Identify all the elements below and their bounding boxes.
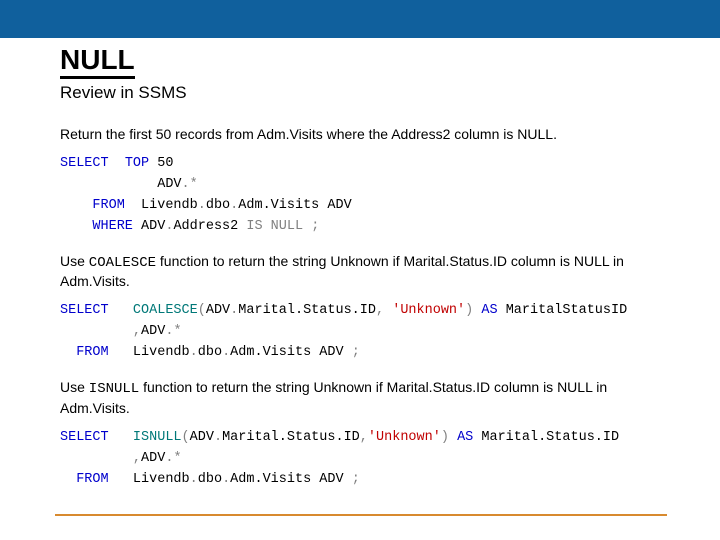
footer-rule	[55, 514, 667, 516]
db: Livendb	[133, 345, 190, 360]
col: Marital.Status.ID	[222, 430, 360, 445]
as-col: Marital.Status.ID	[481, 430, 619, 445]
instr-pre: Use	[60, 379, 89, 395]
comma: ,	[133, 324, 141, 339]
dot: .	[222, 472, 230, 487]
table: Adm.Visits	[230, 345, 311, 360]
sql-block-1: SELECT TOP 50 ADV.* FROM Livendb.dbo.Adm…	[60, 154, 660, 238]
instr-pre: Use	[60, 253, 89, 269]
instruction-3: Use ISNULL function to return the string…	[60, 378, 660, 418]
alias: ADV	[319, 472, 343, 487]
table: Adm.Visits	[230, 472, 311, 487]
comma: ,	[133, 451, 141, 466]
schema: dbo	[206, 198, 230, 213]
col: Address2	[173, 219, 238, 234]
rp: )	[465, 303, 473, 318]
kw-top: TOP	[125, 156, 149, 171]
table: Adm.Visits	[238, 198, 319, 213]
alias: ADV	[319, 345, 343, 360]
alias: ADV	[141, 451, 165, 466]
kw-select: SELECT	[60, 156, 109, 171]
sql-block-3: SELECT ISNULL(ADV.Marital.Status.ID,'Unk…	[60, 428, 660, 491]
db: Livendb	[133, 472, 190, 487]
lp: (	[182, 430, 190, 445]
kw-as: AS	[481, 303, 497, 318]
semi: ;	[352, 472, 360, 487]
dot: .	[190, 345, 198, 360]
lp: (	[198, 303, 206, 318]
kw-from: FROM	[76, 345, 108, 360]
star: *	[173, 324, 181, 339]
dot: .	[222, 345, 230, 360]
kw-select: SELECT	[60, 430, 109, 445]
dot: .	[190, 472, 198, 487]
schema: dbo	[198, 345, 222, 360]
func-name-coalesce: COALESCE	[89, 255, 156, 271]
slide-content: NULL Review in SSMS Return the first 50 …	[60, 38, 660, 505]
alias: ADV	[157, 177, 181, 192]
semi: ;	[352, 345, 360, 360]
alias: ADV	[141, 324, 165, 339]
rp: )	[441, 430, 449, 445]
fn-coalesce: COALESCE	[133, 303, 198, 318]
db: Livendb	[141, 198, 198, 213]
kw-as: AS	[457, 430, 473, 445]
dot: .	[198, 198, 206, 213]
func-name-isnull: ISNULL	[89, 381, 139, 397]
kw-from: FROM	[92, 198, 124, 213]
quote: '	[368, 430, 376, 445]
comma: ,	[376, 303, 384, 318]
instr-post: function to return the string Unknown if…	[60, 379, 607, 416]
as-col: MaritalStatusID	[506, 303, 628, 318]
alias: ADV	[327, 198, 351, 213]
quote: '	[457, 303, 465, 318]
page-title: NULL	[60, 44, 135, 79]
dot: .	[182, 177, 190, 192]
alias: ADV	[190, 430, 214, 445]
str-unknown: Unknown	[400, 303, 457, 318]
sql-block-2: SELECT COALESCE(ADV.Marital.Status.ID, '…	[60, 301, 660, 364]
quote: '	[433, 430, 441, 445]
page-subtitle: Review in SSMS	[60, 83, 660, 103]
fn-isnull: ISNULL	[133, 430, 182, 445]
kw-from: FROM	[76, 472, 108, 487]
alias: ADV	[141, 219, 165, 234]
instruction-2: Use COALESCE function to return the stri…	[60, 252, 660, 292]
kw-where: WHERE	[92, 219, 133, 234]
star: *	[173, 451, 181, 466]
instruction-1: Return the first 50 records from Adm.Vis…	[60, 125, 660, 144]
star: *	[190, 177, 198, 192]
schema: dbo	[198, 472, 222, 487]
header-bar	[0, 0, 720, 38]
dot: .	[214, 430, 222, 445]
alias: ADV	[206, 303, 230, 318]
kw-isnull: IS NULL	[246, 219, 303, 234]
semi: ;	[311, 219, 319, 234]
top-n: 50	[157, 156, 173, 171]
kw-select: SELECT	[60, 303, 109, 318]
str-unknown: Unknown	[376, 430, 433, 445]
comma: ,	[360, 430, 368, 445]
col: Marital.Status.ID	[238, 303, 376, 318]
